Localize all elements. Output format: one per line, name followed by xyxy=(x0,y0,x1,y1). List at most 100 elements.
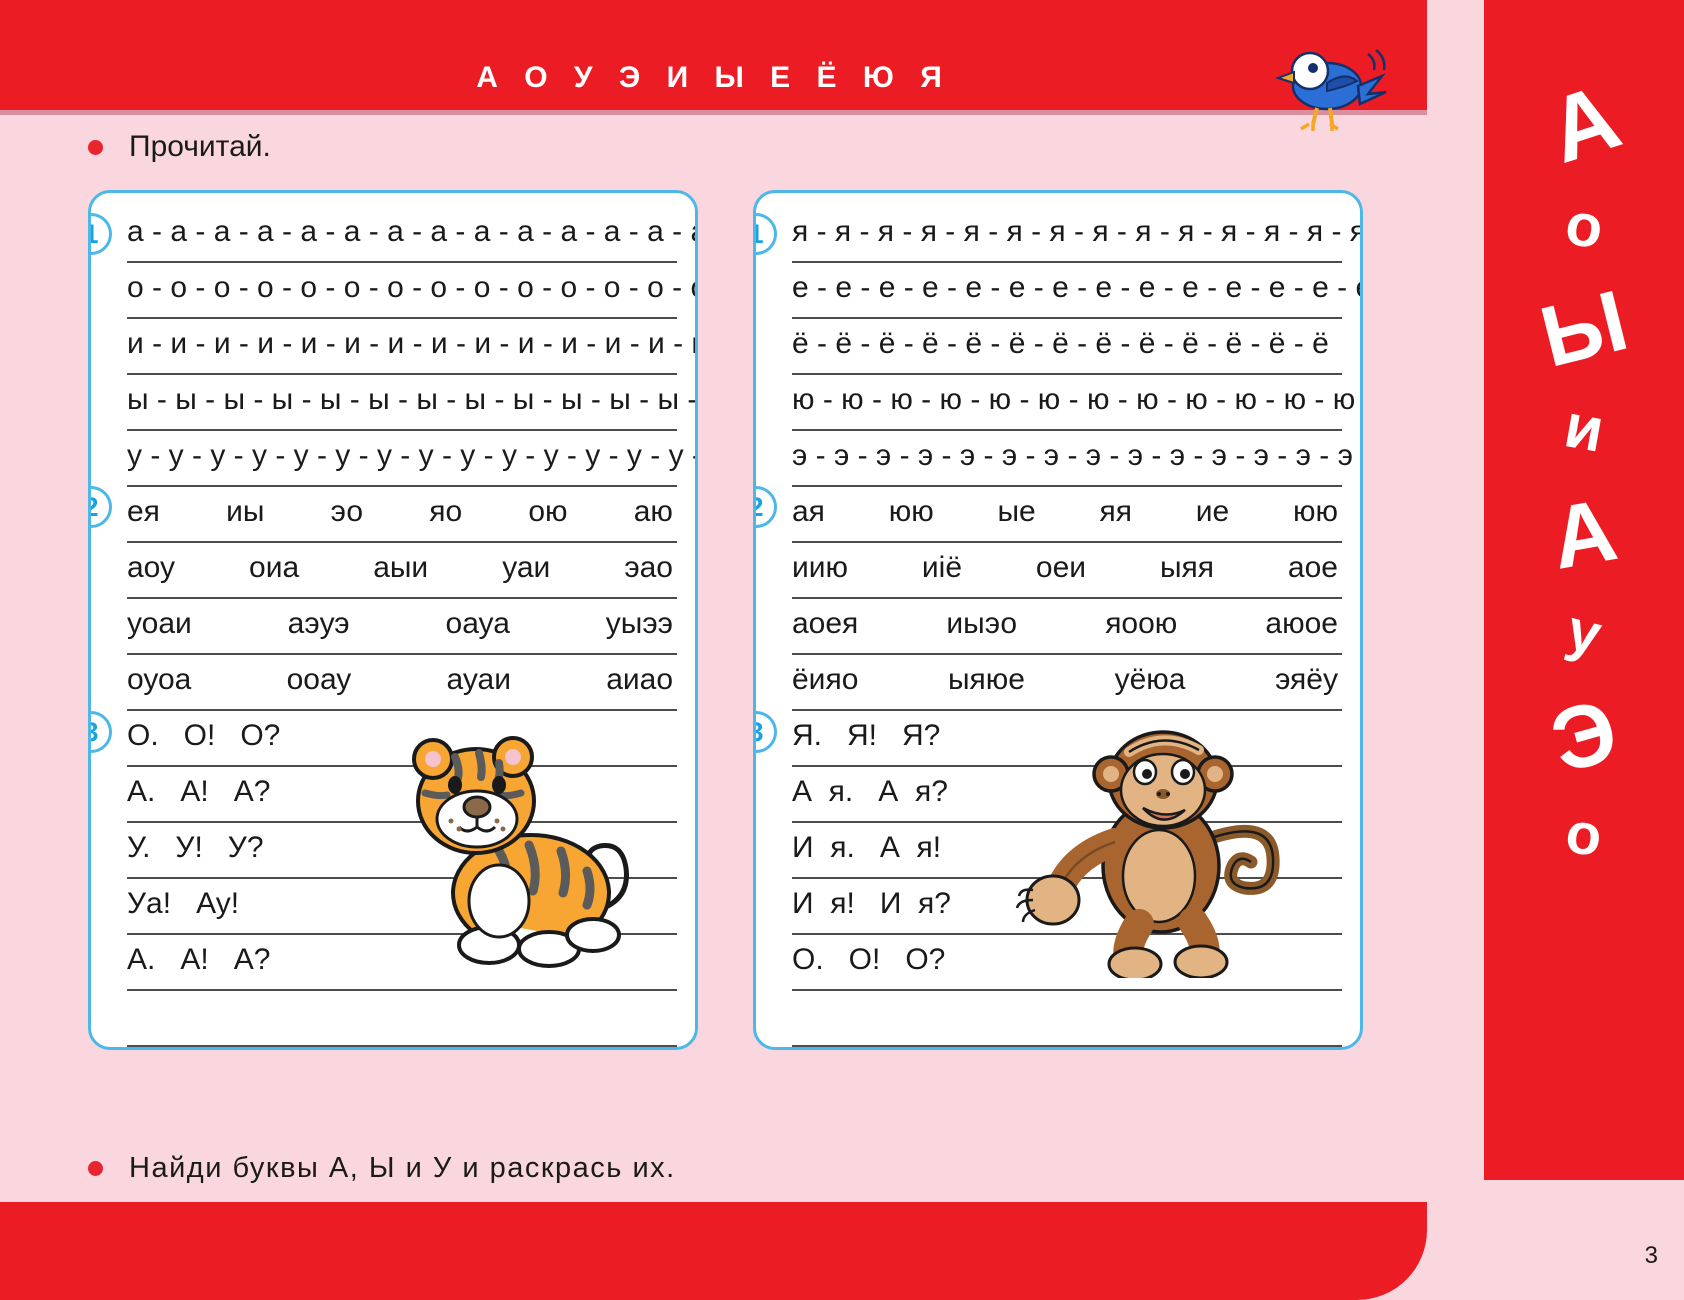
seq-text: и - и - и - и - и - и - и - и - и - и - … xyxy=(127,327,698,360)
sentence-text: О. О! О? xyxy=(127,719,281,752)
word: яоою xyxy=(1105,607,1178,640)
word: юю xyxy=(1292,495,1338,528)
left-box-inner: 1 2 3 а - а - а - а - а - а - а - а - а … xyxy=(91,193,695,1047)
right-box-inner: 1 2 3 я - я - я - я - я - я - я - я - я … xyxy=(756,193,1360,1047)
sentence-text: Я. Я! Я? xyxy=(792,719,941,752)
line-row-empty xyxy=(127,991,677,1047)
word: эо xyxy=(330,495,364,528)
seq-text: а - а - а - а - а - а - а - а - а - а - … xyxy=(127,215,698,248)
line-row: я - я - я - я - я - я - я - я - я - я - … xyxy=(792,207,1360,263)
side-letter-3: и xyxy=(1559,391,1609,466)
seq-text: ё - ё - ё - ё - ё - ё - ё - ё - ё - ё - … xyxy=(792,327,1329,360)
sentence-text: А. А! А? xyxy=(127,943,271,976)
seq-text: о - о - о - о - о - о - о - о - о - о - … xyxy=(127,271,698,304)
words-row: уоаи аэуэ оауа уыээ xyxy=(127,607,677,645)
line-row: о - о - о - о - о - о - о - о - о - о - … xyxy=(127,263,695,319)
words-row: аоея иыэо яоою аюое xyxy=(792,607,1342,645)
line-row: у - у - у - у - у - у - у - у - у - у - … xyxy=(127,431,695,487)
side-letter-4: А xyxy=(1544,479,1624,588)
sentence-text: А. А! А? xyxy=(127,775,271,808)
line-row: аоея иыэо яоою аюое xyxy=(792,599,1342,655)
word: уоаи xyxy=(127,607,192,640)
word: яя xyxy=(1099,495,1132,528)
word: уаи xyxy=(502,551,551,584)
word: иию xyxy=(792,551,849,584)
words-row: ея иы эо яо ою аю xyxy=(127,495,677,533)
line-row: ю - ю - ю - ю - ю - ю - ю - ю - ю - ю - … xyxy=(792,375,1355,431)
tiger-illustration xyxy=(381,723,646,973)
line-row: уоаи аэуэ оауа уыээ xyxy=(127,599,677,655)
word: оеи xyxy=(1035,551,1087,584)
word: ою xyxy=(528,495,568,528)
word: яо xyxy=(429,495,463,528)
line-row: аоу оиа аыи уаи эао xyxy=(127,543,677,599)
side-letter-1: о xyxy=(1561,189,1607,262)
line-row: ы - ы - ы - ы - ы - ы - ы - ы - ы - ы - … xyxy=(127,375,695,431)
red-top-band xyxy=(0,0,1427,55)
line-row-empty xyxy=(792,991,1342,1047)
side-letter-0: А xyxy=(1536,65,1632,183)
word: эао xyxy=(624,551,673,584)
word: аыи xyxy=(373,551,429,584)
line-row: иию иië оеи ыяя аое xyxy=(792,543,1342,599)
word: ая xyxy=(792,495,825,528)
line-row: и - и - и - и - и - и - и - и - и - и - … xyxy=(127,319,695,375)
red-bottom-band xyxy=(0,1202,1427,1300)
side-tab-letters: А о Ы и А у Э о xyxy=(1484,0,1684,1180)
side-tab: А о Ы и А у Э о xyxy=(1427,0,1684,1300)
seq-text: ю - ю - ю - ю - ю - ю - ю - ю - ю - ю - … xyxy=(792,383,1356,416)
word: юю xyxy=(888,495,934,528)
line-row: ё - ё - ё - ё - ё - ё - ё - ё - ё - ё - … xyxy=(792,319,1342,375)
sentence-text: И я. А я! xyxy=(792,831,942,864)
seq-text: е - е - е - е - е - е - е - е - е - е - … xyxy=(792,271,1363,304)
word: ауаи xyxy=(446,663,511,696)
word: ыяюе xyxy=(947,663,1025,696)
line-row: ея иы эо яо ою аю xyxy=(127,487,677,543)
exercise-box-right: 1 2 3 я - я - я - я - я - я - я - я - я … xyxy=(753,190,1363,1050)
word: ооау xyxy=(286,663,352,696)
line-row: э - э - э - э - э - э - э - э - э - э - … xyxy=(792,431,1360,487)
seq-text: я - я - я - я - я - я - я - я - я - я - … xyxy=(792,215,1363,248)
sentence-text: У. У! У? xyxy=(127,831,264,864)
word: иыэо xyxy=(946,607,1018,640)
seq-text: э - э - э - э - э - э - э - э - э - э - … xyxy=(792,439,1363,472)
word: аоея xyxy=(792,607,859,640)
word: ие xyxy=(1195,495,1230,528)
words-row: аоу оиа аыи уаи эао xyxy=(127,551,677,589)
instruction-find-letters: Найди буквы А, Ы и У и раскрась их. xyxy=(88,1152,676,1185)
word: ёияо xyxy=(792,663,859,696)
line-row: оуоа ооау ауаи аиао xyxy=(127,655,677,711)
line-row: ая юю ые яя ие юю xyxy=(792,487,1342,543)
word: аю xyxy=(633,495,673,528)
word: уыээ xyxy=(605,607,673,640)
line-row: е - е - е - е - е - е - е - е - е - е - … xyxy=(792,263,1360,319)
word: оиа xyxy=(249,551,300,584)
words-row: иию иië оеи ыяя аое xyxy=(792,551,1342,589)
header-shadow xyxy=(0,110,1427,115)
words-row: ая юю ые яя ие юю xyxy=(792,495,1342,533)
sentence-text: Уа! Ау! xyxy=(127,887,240,920)
sentence-text: О. О! О? xyxy=(792,943,946,976)
word: эяёу xyxy=(1275,663,1338,696)
sentence-text: И я! И я? xyxy=(792,887,951,920)
word: иië xyxy=(921,551,963,584)
word: аиао xyxy=(606,663,673,696)
seq-text: ы - ы - ы - ы - ы - ы - ы - ы - ы - ы - … xyxy=(127,383,698,416)
words-row: ёияо ыяюе уёюа эяёу xyxy=(792,663,1342,701)
line-row: ёияо ыяюе уёюа эяёу xyxy=(792,655,1342,711)
bullet-icon xyxy=(88,139,103,155)
word: ые xyxy=(997,495,1036,528)
side-letter-7: о xyxy=(1563,800,1606,869)
word: иы xyxy=(226,495,265,528)
word: аоу xyxy=(127,551,176,584)
word: ея xyxy=(127,495,160,528)
word: уёюа xyxy=(1114,663,1186,696)
sentence-text: А я. А я? xyxy=(792,775,948,808)
monkey-illustration xyxy=(1011,718,1301,983)
instruction-find-letters-label: Найди буквы А, Ы и У и раскрась их. xyxy=(129,1152,676,1184)
side-letter-5: у xyxy=(1560,597,1608,668)
exercise-box-left: 1 2 3 а - а - а - а - а - а - а - а - а … xyxy=(88,190,698,1050)
side-letter-2: Ы xyxy=(1531,272,1637,386)
word: аэуэ xyxy=(287,607,350,640)
word: оауа xyxy=(445,607,510,640)
